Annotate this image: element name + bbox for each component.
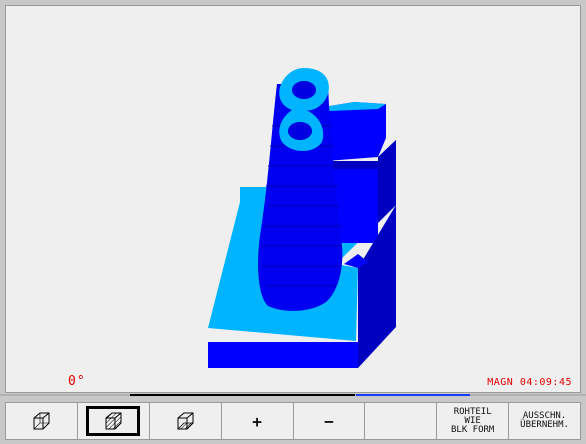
blank-form-label: ROHTEIL WIE BLK FORM (451, 406, 495, 435)
softkey-bar: + − ROHTEIL WIE BLK FORM AUSSCHN. ÜBERNE… (5, 402, 581, 440)
plus-label: + (252, 411, 262, 431)
block-front-face (208, 342, 358, 368)
softkey-zoom-out[interactable]: − (294, 403, 366, 439)
workpiece-3d-view (208, 68, 396, 368)
softkey-blank-form[interactable]: ROHTEIL WIE BLK FORM (437, 403, 510, 439)
apply-cutout-label: AUSSCHN. ÜBERNEHM. (520, 411, 569, 430)
selected-frame (86, 406, 141, 436)
status-magn-time: MAGN 04:09:45 (487, 377, 572, 388)
tower-hole-lower (288, 122, 312, 140)
softkey-blank[interactable] (365, 403, 438, 439)
softkey-view-wireframe[interactable] (6, 403, 78, 439)
rotation-angle-readout: 0° (68, 374, 86, 389)
cube-bottom-hatched-icon (177, 412, 195, 430)
simulation-viewport: 0° MAGN 04:09:45 (5, 5, 581, 393)
minus-label: − (324, 411, 334, 431)
view-scrollbar[interactable] (0, 392, 586, 400)
cube-hatched-icon (105, 412, 122, 430)
softkey-zoom-in[interactable]: + (222, 403, 294, 439)
softkey-view-bottom[interactable] (150, 403, 222, 439)
softkey-view-hatched[interactable] (78, 403, 150, 439)
tower-hole-upper (292, 81, 316, 99)
cube-wireframe-icon (33, 412, 50, 430)
softkey-apply-cutout[interactable]: AUSSCHN. ÜBERNEHM. (509, 403, 580, 439)
